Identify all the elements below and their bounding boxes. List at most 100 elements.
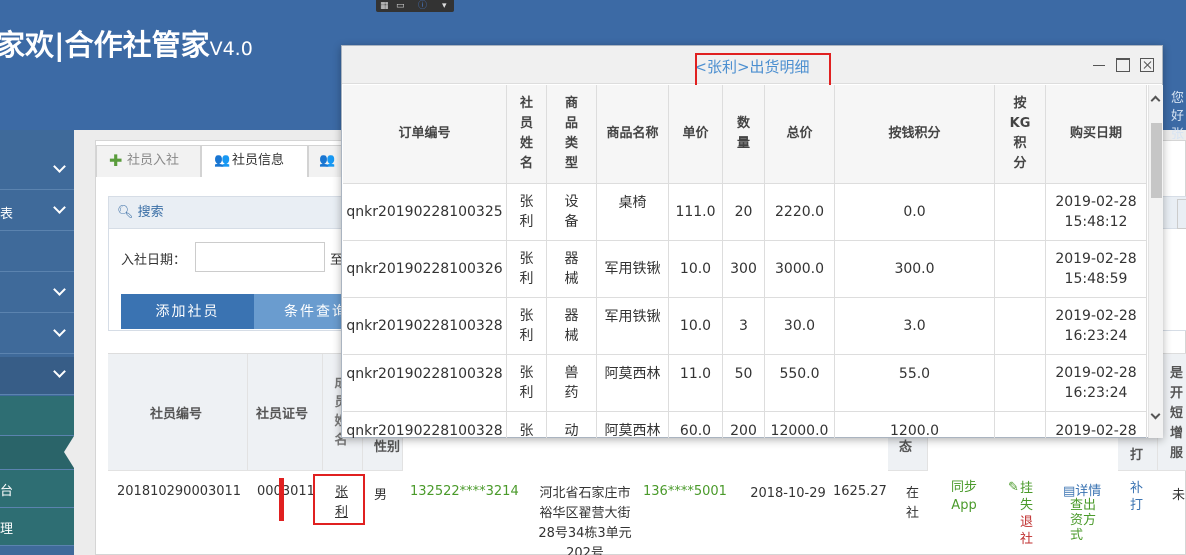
info-icon[interactable]: ⓘ: [418, 1, 427, 11]
floating-toolbar[interactable]: ▦ ▭ ⓘ ▾: [376, 0, 454, 12]
tab-third[interactable]: 👥: [308, 145, 343, 177]
cell-text: 兽药: [564, 365, 579, 401]
minimize-icon[interactable]: [1092, 58, 1106, 72]
join-date-input[interactable]: [195, 242, 325, 272]
phone: 136****5001: [643, 484, 727, 499]
quantity: 200: [723, 412, 765, 438]
status: 在社: [906, 486, 920, 521]
member-name: 张利: [507, 298, 547, 355]
side-control[interactable]: [1177, 199, 1186, 229]
money-points: 1200.0: [835, 412, 995, 438]
query-funding-link[interactable]: 查出资方式: [1070, 498, 1098, 543]
member-name: 张利: [507, 412, 547, 438]
total-price: 2220.0: [765, 184, 835, 241]
purchase-date: 2019-02-28 15:48:59: [1046, 241, 1147, 298]
chevron-down-icon[interactable]: [1150, 409, 1161, 420]
shipment-detail-dialog: <张利>出货明细 订单编号 社员姓名 商品类型 商品名称 单价 数量 总价 按钱…: [341, 45, 1163, 438]
cell-text: 设备: [564, 194, 579, 230]
cell-text: 张利: [519, 194, 534, 230]
header-label: 性别: [374, 440, 401, 455]
unit-price: 10.0: [669, 298, 723, 355]
order-no: qnkr20190228100328: [343, 355, 507, 412]
extra-value: 未: [1172, 488, 1186, 503]
kg-points: [995, 298, 1046, 355]
tab-member-info[interactable]: 👥 社员信息: [201, 145, 308, 177]
kg-points: [995, 412, 1046, 438]
product-name: 阿莫西林: [597, 355, 669, 412]
withdraw-link[interactable]: 退社: [1020, 514, 1034, 548]
cert-no: 0003011: [257, 484, 315, 499]
product-type: 设备: [547, 184, 597, 241]
quantity: 300: [723, 241, 765, 298]
dropdown-icon[interactable]: ▾: [442, 1, 447, 11]
sidebar-item-4[interactable]: [0, 275, 74, 313]
sidebar-item-2[interactable]: 表: [0, 193, 74, 231]
sidebar-subitem-4[interactable]: 理: [0, 508, 74, 546]
cell-text: 器械: [564, 251, 579, 287]
sidebar-subitem-active[interactable]: [0, 436, 74, 470]
detail-link[interactable]: ▤详情: [1063, 480, 1101, 499]
add-member-button[interactable]: 添加社员: [121, 294, 254, 329]
reprint-link[interactable]: 补打: [1130, 480, 1144, 514]
sidebar-subitem-3[interactable]: 台: [0, 470, 74, 508]
edit-icon: ✎: [1008, 480, 1019, 495]
chevron-up-icon[interactable]: [1150, 95, 1161, 106]
column-header: 按KG积分: [995, 85, 1046, 184]
address: 河北省石家庄市裕华区翟营大街28号34栋3单元202号: [538, 486, 632, 555]
quantity: 3: [723, 298, 765, 355]
product-name: 阿莫西林: [597, 412, 669, 438]
maximize-icon[interactable]: [1116, 58, 1130, 72]
sidebar-item-1[interactable]: [0, 152, 74, 190]
kg-points: [995, 184, 1046, 241]
unit-price: 11.0: [669, 355, 723, 412]
purchase-date: 2019-02-28: [1046, 412, 1147, 438]
sidebar-item-6[interactable]: [0, 357, 74, 395]
id-card: 132522****3214: [410, 484, 519, 499]
product-name: 军用铁锹: [597, 241, 669, 298]
cell-text: 张利: [519, 365, 534, 401]
tab-member-join[interactable]: ✚ 社员入社: [96, 145, 201, 177]
suspend-link[interactable]: 挂失: [1020, 480, 1034, 514]
cell-text: 张利: [519, 308, 534, 344]
keyboard-icon[interactable]: ▭: [396, 1, 405, 11]
search-title: 搜索: [137, 205, 164, 220]
header-label: 数量: [736, 116, 750, 151]
chevron-down-icon: [53, 201, 66, 214]
date: 2018-10-29: [750, 486, 826, 501]
money-points: 55.0: [835, 355, 995, 412]
sidebar-subitem-1[interactable]: [0, 396, 74, 436]
header-label: 是开短增服: [1170, 366, 1184, 461]
vertical-scrollbar[interactable]: [1148, 85, 1163, 438]
product-name: 军用铁锹: [597, 298, 669, 355]
sync-app-link[interactable]: 同步App: [944, 479, 984, 515]
unit-price: 111.0: [669, 184, 723, 241]
money-points: 300.0: [835, 241, 995, 298]
quantity: 50: [723, 355, 765, 412]
sidebar-item-3[interactable]: [0, 234, 74, 272]
quantity: 20: [723, 184, 765, 241]
close-icon[interactable]: [1140, 58, 1154, 72]
chevron-down-icon: [53, 160, 66, 173]
column-header: 社员姓名: [507, 85, 547, 184]
chevron-down-icon: [53, 365, 66, 378]
kg-points: [995, 355, 1046, 412]
dialog-titlebar[interactable]: <张利>出货明细: [342, 46, 1162, 91]
users-icon: 👥: [319, 153, 336, 168]
column-header: 商品类型: [547, 85, 597, 184]
detail-label: 详情: [1075, 484, 1102, 499]
total-price: 3000.0: [765, 241, 835, 298]
purchase-date: 2019-02-28 16:23:24: [1046, 355, 1147, 412]
order-no: qnkr20190228100328: [343, 412, 507, 438]
sidebar-item-label: 表: [0, 207, 14, 222]
header-label: 打: [1130, 448, 1144, 463]
product-name: 桌椅: [597, 184, 669, 241]
header-label: 社员编号: [150, 407, 203, 422]
product-type: 动物: [547, 412, 597, 438]
grid-icon[interactable]: ▦: [380, 1, 389, 11]
money-points: 0.0: [835, 184, 995, 241]
sidebar-item-5[interactable]: [0, 316, 74, 354]
header-label: 社员姓名: [519, 96, 533, 171]
total-price: 12000.0: [765, 412, 835, 438]
query-button[interactable]: 条件查询: [254, 294, 344, 329]
scroll-thumb[interactable]: [1151, 123, 1162, 198]
